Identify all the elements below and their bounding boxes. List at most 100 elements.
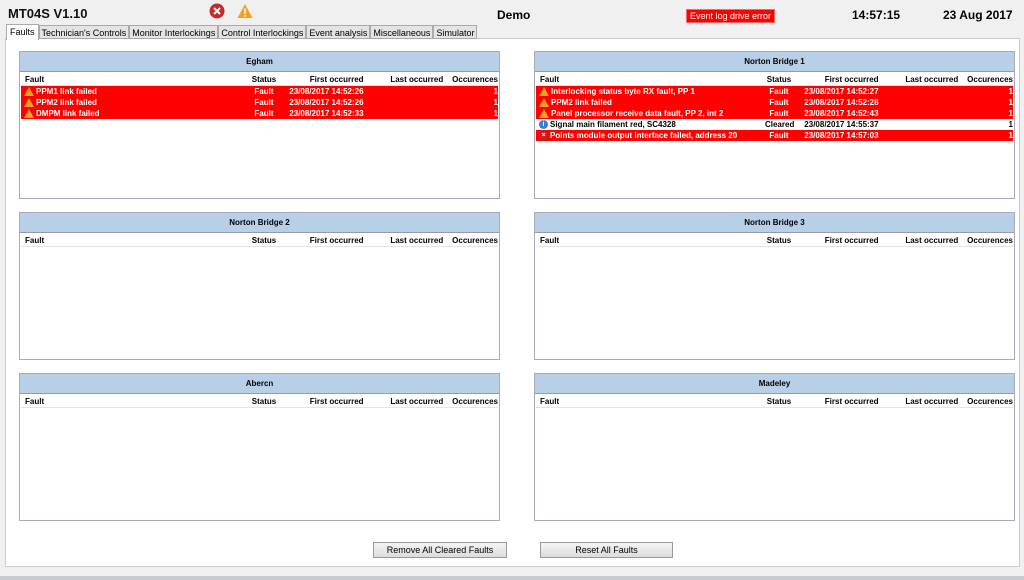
- cell-count: 1: [1008, 120, 1013, 129]
- tab-control-interlockings[interactable]: Control Interlockings: [218, 25, 307, 39]
- warning-icon: [539, 109, 549, 118]
- column-header-status[interactable]: Status: [250, 396, 278, 407]
- column-headers: Fault Status First occurred Last occurred Oc…: [536, 396, 1013, 408]
- column-header-fault[interactable]: Fault: [536, 74, 765, 85]
- cell-last: [879, 97, 959, 108]
- table-row[interactable]: i Signal main filament red, SC4328 Cleared…: [536, 119, 1013, 130]
- cell-last: [879, 86, 959, 97]
- column-header-count[interactable]: Occurences: [443, 74, 498, 85]
- table-row[interactable]: DMPM link failed Fault 23/08/2017 14:52:33…: [21, 108, 498, 119]
- column-header-fault[interactable]: Fault: [536, 235, 765, 246]
- column-header-first[interactable]: First occurred: [278, 74, 364, 85]
- column-header-first[interactable]: First occurred: [278, 235, 364, 246]
- cell-first: 23/08/2017 14:52:28: [804, 98, 879, 107]
- warning-icon: [539, 98, 549, 107]
- fault-text: PPM1 link failed: [36, 87, 97, 96]
- warning-icon: [24, 109, 34, 118]
- column-header-last[interactable]: Last occurred: [879, 396, 958, 407]
- cell-first: 23/08/2017 14:52:43: [804, 109, 879, 118]
- cell-first: 23/08/2017 14:52:26: [289, 87, 364, 96]
- fault-text: PPM2 link failed: [36, 98, 97, 107]
- table-row[interactable]: PPM2 link failed Fault 23/08/2017 14:52:28…: [536, 97, 1013, 108]
- cell-status: Cleared: [764, 120, 795, 129]
- column-headers: Fault Status First occurred Last occurred Oc…: [21, 74, 498, 86]
- column-header-first[interactable]: First occurred: [793, 235, 879, 246]
- panel-title: Abercn: [20, 374, 499, 394]
- fault-panel-egham: Egham Fault Status First occurred Last occur…: [19, 51, 500, 199]
- cell-status: Fault: [769, 98, 789, 107]
- column-header-count[interactable]: Occurences: [958, 235, 1013, 246]
- column-header-fault[interactable]: Fault: [21, 235, 250, 246]
- column-header-status[interactable]: Status: [250, 74, 278, 85]
- column-header-count[interactable]: Occurences: [958, 74, 1013, 85]
- table-row[interactable]: Panel processor receive data fault, PP 2…: [536, 108, 1013, 119]
- cell-status: Fault: [769, 131, 789, 140]
- table-row[interactable]: × Points module output interface failed, …: [536, 130, 1013, 141]
- cell-first: 23/08/2017 14:52:27: [804, 87, 879, 96]
- column-header-status[interactable]: Status: [765, 74, 793, 85]
- tab-bar: Faults Technician's Controls Monitor Inter…: [6, 24, 478, 40]
- column-header-last[interactable]: Last occurred: [364, 235, 443, 246]
- app-title: MT04S V1.10: [8, 6, 88, 21]
- column-header-first[interactable]: First occurred: [793, 74, 879, 85]
- tab-miscellaneous[interactable]: Miscellaneous: [370, 25, 434, 39]
- cell-first: 23/08/2017 14:57:03: [804, 131, 879, 140]
- cell-first: 23/08/2017 14:52:33: [289, 109, 364, 118]
- cell-status: Fault: [769, 87, 789, 96]
- cell-first: 23/08/2017 14:52:26: [289, 98, 364, 107]
- table-row[interactable]: Interlocking status byte RX fault, PP 1 F…: [536, 86, 1013, 97]
- column-headers: Fault Status First occurred Last occurred Oc…: [21, 396, 498, 408]
- column-header-last[interactable]: Last occurred: [364, 74, 443, 85]
- column-header-status[interactable]: Status: [250, 235, 278, 246]
- table-row[interactable]: PPM2 link failed Fault 23/08/2017 14:52:26…: [21, 97, 498, 108]
- error-icon: ×: [539, 131, 548, 140]
- fault-text: PPM2 link failed: [551, 98, 612, 107]
- cell-count: 1: [1008, 109, 1013, 118]
- taskbar-strip: [0, 576, 1024, 580]
- column-header-count[interactable]: Occurences: [443, 396, 498, 407]
- column-header-count[interactable]: Occurences: [958, 396, 1013, 407]
- clock-time: 14:57:15: [852, 8, 901, 22]
- column-header-first[interactable]: First occurred: [278, 396, 364, 407]
- cell-status: Fault: [254, 109, 274, 118]
- table-row[interactable]: PPM1 link failed Fault 23/08/2017 14:52:26…: [21, 86, 498, 97]
- tab-technician-s-controls[interactable]: Technician's Controls: [38, 25, 130, 39]
- column-header-status[interactable]: Status: [765, 396, 793, 407]
- column-headers: Fault Status First occurred Last occurred Oc…: [21, 235, 498, 247]
- panel-title: Norton Bridge 2: [20, 213, 499, 233]
- cell-status: Fault: [769, 109, 789, 118]
- column-headers: Fault Status First occurred Last occurred Oc…: [536, 235, 1013, 247]
- column-header-fault[interactable]: Fault: [536, 396, 765, 407]
- tab-simulator[interactable]: Simulator: [433, 25, 478, 39]
- cell-status: Fault: [254, 87, 274, 96]
- mode-label: Demo: [497, 8, 531, 22]
- column-header-fault[interactable]: Fault: [21, 396, 250, 407]
- remove-cleared-faults-button[interactable]: Remove All Cleared Faults: [373, 542, 507, 558]
- cell-count: 1: [1008, 98, 1013, 107]
- error-badge: Event log drive error: [686, 9, 776, 23]
- reset-all-faults-button[interactable]: Reset All Faults: [540, 542, 673, 558]
- fault-text: Signal main filament red, SC4328: [550, 120, 676, 129]
- cell-status: Fault: [254, 98, 274, 107]
- fault-panel-norton-bridge-3: Norton Bridge 3 Fault Status First occurred…: [534, 212, 1015, 360]
- fault-panel-madeley: Madeley Fault Status First occurred Last occ…: [534, 373, 1015, 521]
- column-header-last[interactable]: Last occurred: [879, 74, 958, 85]
- column-header-last[interactable]: Last occurred: [364, 396, 443, 407]
- fault-text: Interlocking status byte RX fault, PP 1: [551, 87, 695, 96]
- fault-text: Points module output interface failed, a…: [550, 131, 738, 140]
- column-header-status[interactable]: Status: [765, 235, 793, 246]
- cell-count: 1: [493, 109, 498, 118]
- tab-event-analysis[interactable]: Event analysis: [306, 25, 371, 39]
- cell-last: [364, 97, 444, 108]
- column-header-count[interactable]: Occurences: [443, 235, 498, 246]
- warning-icon: [24, 98, 34, 107]
- warning-icon: [539, 87, 549, 96]
- tab-monitor-interlockings[interactable]: Monitor Interlockings: [129, 25, 219, 39]
- column-header-first[interactable]: First occurred: [793, 396, 879, 407]
- panel-title: Norton Bridge 1: [535, 52, 1014, 72]
- column-header-fault[interactable]: Fault: [21, 74, 250, 85]
- tab-faults[interactable]: Faults: [6, 24, 39, 40]
- column-header-last[interactable]: Last occurred: [879, 235, 958, 246]
- cell-count: 1: [493, 87, 498, 96]
- panel-title: Madeley: [535, 374, 1014, 394]
